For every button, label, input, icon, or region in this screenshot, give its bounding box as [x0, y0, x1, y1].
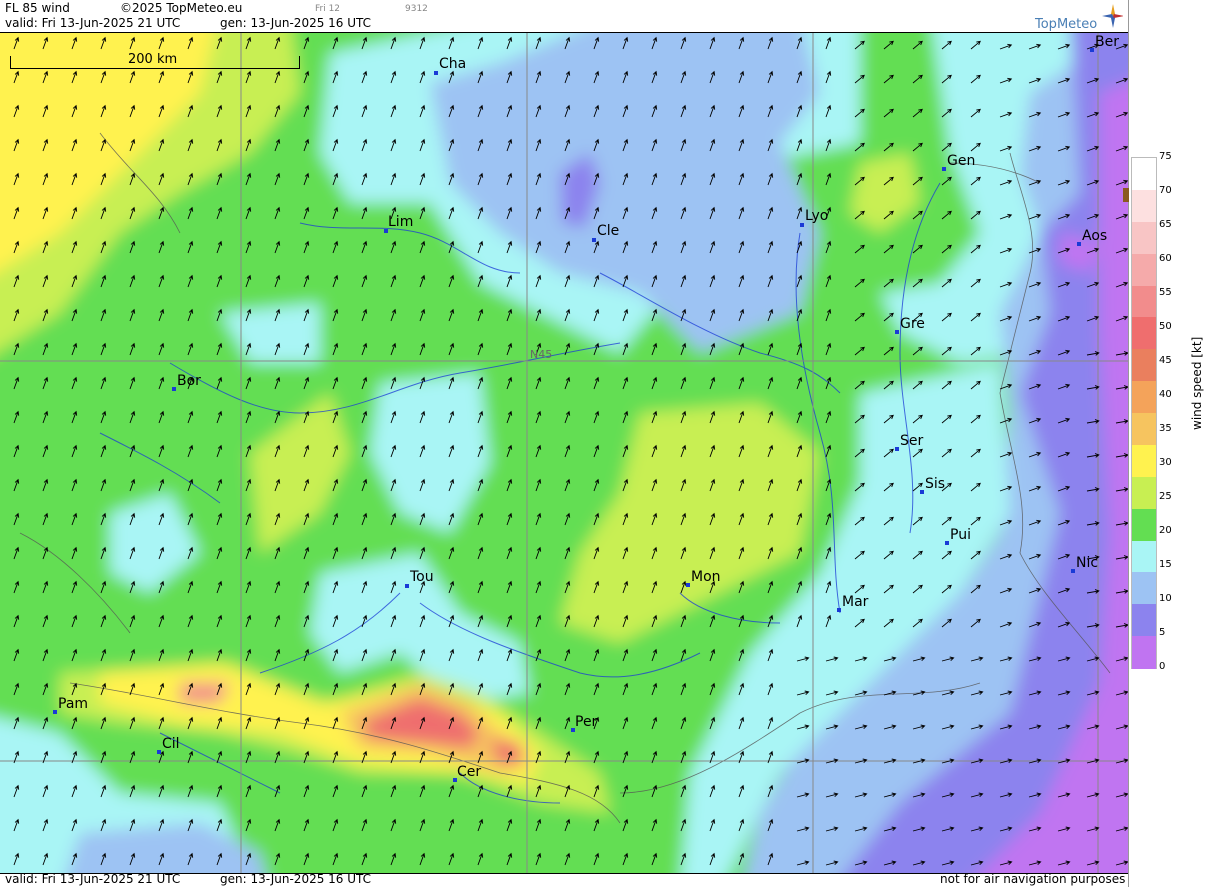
legend-tick-label: 15: [1159, 559, 1172, 570]
product-title: FL 85 wind: [5, 1, 70, 15]
legend-marker: [1123, 188, 1129, 202]
legend-tick-label: 35: [1159, 423, 1172, 434]
color-bar-segment: [1132, 381, 1156, 414]
color-bar-segment: [1132, 413, 1156, 446]
legend-tick-label: 10: [1159, 593, 1172, 604]
color-bar-segment: [1132, 604, 1156, 637]
valid-time: valid: Fri 13-Jun-2025 21 UTC: [5, 16, 181, 30]
copyright: ©2025 TopMeteo.eu: [120, 1, 243, 15]
color-bar-segment: [1132, 476, 1156, 510]
legend-tick-label: 50: [1159, 321, 1172, 332]
latitude-label: N45: [530, 348, 553, 361]
color-bar-segment: [1132, 349, 1156, 382]
color-bar-segment: [1132, 572, 1156, 605]
legend-tick-label: 75: [1159, 151, 1172, 162]
legend-tick-label: 5: [1159, 627, 1166, 638]
legend-tick-label: 30: [1159, 457, 1172, 468]
small-code: 9312: [405, 4, 428, 14]
disclaimer: not for air navigation purposes: [940, 872, 1126, 886]
color-bar: [1131, 157, 1157, 669]
legend-tick-label: 20: [1159, 525, 1172, 536]
legend-tick-label: 0: [1159, 661, 1166, 672]
color-bar-segment: [1132, 636, 1156, 669]
legend-tick-label: 45: [1159, 355, 1172, 366]
footer: valid: Fri 13-Jun-2025 21 UTC gen: 13-Ju…: [0, 872, 1128, 887]
legend-title: wind speed [kt]: [1190, 336, 1204, 430]
legend-tick-label: 40: [1159, 389, 1172, 400]
header: FL 85 wind ©2025 TopMeteo.eu Fri 12 9312…: [0, 0, 1128, 32]
legend-tick-label: 65: [1159, 219, 1172, 230]
legend-tick-label: 60: [1159, 253, 1172, 264]
color-bar-segment: [1132, 189, 1156, 223]
wind-map[interactable]: 200 km N45 Cha Lim Cle Lyo Gen Ber Aos G…: [0, 32, 1128, 874]
color-bar-segment: [1132, 540, 1156, 573]
footer-gen: gen: 13-Jun-2025 16 UTC: [220, 872, 372, 886]
color-bar-segment: [1132, 508, 1156, 541]
scale-label: 200 km: [128, 52, 178, 67]
color-bar-segment: [1132, 253, 1156, 286]
legend-tick-label: 55: [1159, 287, 1172, 298]
color-bar-segment: [1132, 158, 1156, 191]
color-bar-segment: [1132, 221, 1156, 255]
small-day: Fri 12: [315, 4, 341, 14]
color-legend: 75 70 65 60 55 50 45 40 35 30 25 20 15 10 5 0: [1123, 0, 1219, 887]
footer-valid: valid: Fri 13-Jun-2025 21 UTC: [5, 872, 181, 886]
gen-time: gen: 13-Jun-2025 16 UTC: [220, 16, 372, 30]
color-bar-segment: [1132, 285, 1156, 318]
color-bar-segment: [1132, 444, 1156, 478]
legend-tick-label: 25: [1159, 491, 1172, 502]
legend-tick-label: 70: [1159, 185, 1172, 196]
color-bar-segment: [1132, 317, 1156, 350]
logo-text: TopMeteo: [1035, 17, 1098, 32]
